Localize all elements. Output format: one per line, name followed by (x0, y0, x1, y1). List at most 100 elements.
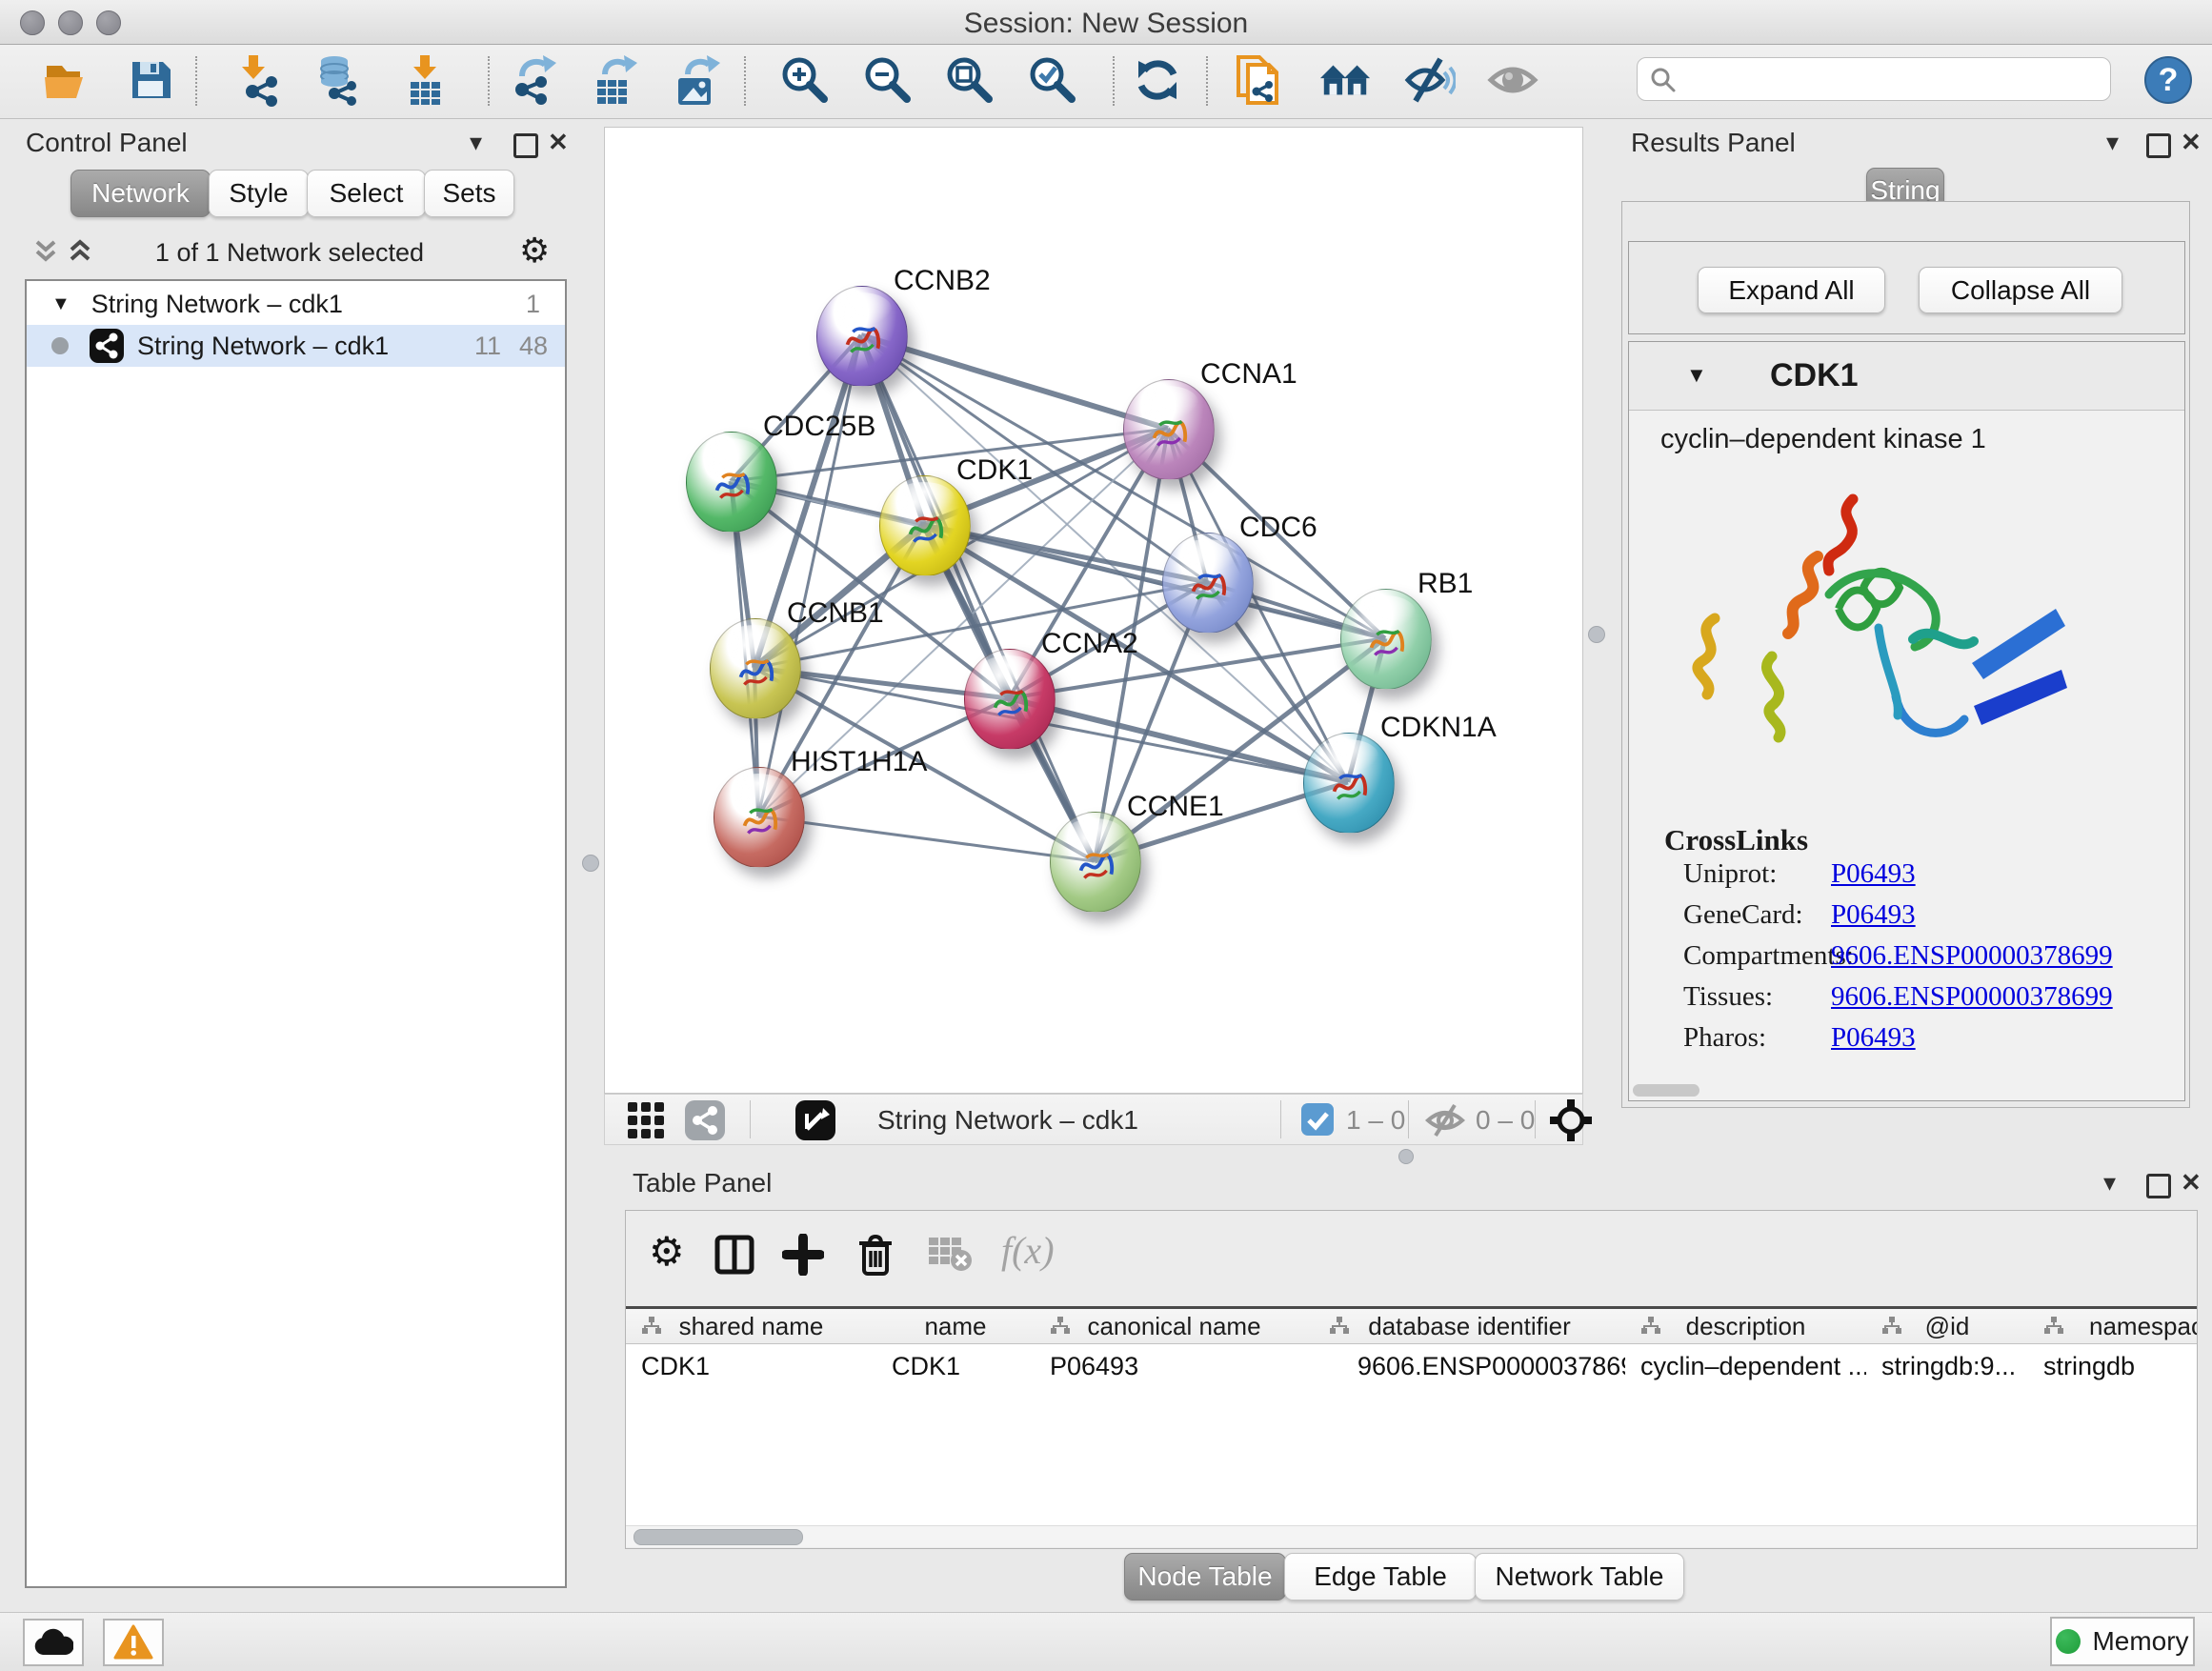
crosslink-link[interactable]: P06493 (1831, 858, 1916, 890)
network-collection-row[interactable]: ▼ String Network – cdk1 1 (27, 283, 565, 325)
right-splitter-handle[interactable] (1588, 626, 1605, 643)
column-header-databaseidentifier[interactable]: database identifier (1314, 1309, 1626, 1344)
import-network-database-icon[interactable] (312, 53, 365, 107)
node-label-cdkn1a: CDKN1A (1380, 712, 1497, 744)
tab-style[interactable]: Style (209, 170, 309, 217)
network-view-share-icon[interactable] (685, 1100, 725, 1140)
network-node-cdk1[interactable] (879, 475, 971, 576)
section-expanded-icon[interactable]: ▼ (1686, 363, 1707, 388)
column-header-id[interactable]: @id (1866, 1309, 2029, 1344)
tab-sets[interactable]: Sets (424, 170, 514, 217)
zoom-out-icon[interactable] (861, 53, 915, 107)
memory-button[interactable]: Memory (2050, 1617, 2195, 1666)
refresh-icon[interactable] (1131, 53, 1184, 107)
zoom-selected-icon[interactable] (1026, 53, 1079, 107)
column-header-sharedname[interactable]: shared name (626, 1309, 877, 1344)
close-panel-icon[interactable]: ✕ (548, 128, 569, 157)
bottom-splitter-handle[interactable] (1398, 1149, 1414, 1164)
network-options-gear-icon[interactable]: ⚙ (519, 231, 550, 271)
collapse-panel-icon[interactable]: ▾ (2103, 1168, 2116, 1198)
section-header[interactable]: ▼ CDK1 (1629, 342, 2184, 411)
import-network-file-icon[interactable] (231, 53, 285, 107)
tab-select[interactable]: Select (307, 170, 426, 217)
network-row-selected[interactable]: String Network – cdk1 11 48 (27, 325, 565, 367)
save-session-icon[interactable] (124, 53, 177, 107)
export-network-icon[interactable] (507, 53, 560, 107)
export-image-icon[interactable] (671, 53, 724, 107)
column-header-canonicalname[interactable]: canonical name (1035, 1309, 1315, 1344)
network-node-hist1h1a[interactable] (714, 767, 805, 868)
string-home-icon[interactable] (1318, 53, 1372, 107)
crosslink-link[interactable]: P06493 (1831, 1022, 1916, 1054)
results-scrollbar-thumb[interactable] (1633, 1084, 1699, 1097)
network-node-rb1[interactable] (1340, 589, 1432, 690)
network-node-ccnb2[interactable] (816, 286, 908, 387)
collapse-panel-icon[interactable]: ▾ (470, 128, 482, 157)
network-view[interactable]: CCNB2 CCNA1 CDC25B CDK1 CDC6 RB1 CCNB1 C… (604, 127, 1583, 1094)
column-header-description[interactable]: description (1625, 1309, 1867, 1344)
crosshair-icon[interactable] (1550, 1099, 1592, 1141)
hidden-eye-icon[interactable] (1424, 1102, 1466, 1138)
show-eye-icon[interactable] (1486, 53, 1539, 107)
network-selection-status: 1 of 1 Network selected (14, 238, 565, 268)
tab-network-table[interactable]: Network Table (1475, 1553, 1684, 1601)
import-table-file-icon[interactable] (399, 53, 452, 107)
toolbar-separator (1535, 1100, 1536, 1138)
column-header-name[interactable]: name (876, 1309, 1036, 1344)
help-icon[interactable]: ? (2142, 53, 2195, 107)
network-node-cdkn1a[interactable] (1303, 733, 1395, 834)
delete-table-icon[interactable] (929, 1238, 973, 1274)
crosslink-link[interactable]: 9606.ENSP00000378699 (1831, 981, 2113, 1013)
table-content-box: ⚙ f(x) shared namenamecanonical namedata… (625, 1210, 2198, 1549)
expand-all-button[interactable]: Expand All (1698, 267, 1885, 313)
table-hscrollbar-thumb[interactable] (633, 1529, 803, 1545)
status-bar: Memory (0, 1612, 2212, 1671)
network-node-ccne1[interactable] (1050, 812, 1141, 913)
string-document-icon[interactable] (1233, 53, 1286, 107)
selected-checkbox-icon[interactable] (1301, 1103, 1334, 1136)
delete-column-trash-icon[interactable] (855, 1232, 896, 1276)
add-column-icon[interactable] (782, 1234, 824, 1276)
table-hscrollbar[interactable] (626, 1525, 2198, 1547)
table-columns-icon[interactable] (714, 1234, 755, 1276)
export-table-icon[interactable] (588, 53, 641, 107)
network-node-cdc25b[interactable] (686, 432, 777, 533)
node-label-ccna2: CCNA2 (1041, 628, 1138, 660)
grid-view-icon[interactable] (626, 1100, 666, 1140)
network-node-ccna1[interactable] (1123, 379, 1215, 480)
search-input[interactable] (1685, 62, 2099, 96)
node-gloss (1317, 739, 1378, 772)
close-panel-icon[interactable]: ✕ (2181, 128, 2202, 157)
column-header-namespace[interactable]: namespace (2028, 1309, 2198, 1344)
collapse-panel-icon[interactable]: ▾ (2106, 128, 2119, 157)
float-panel-icon[interactable] (2146, 133, 2171, 158)
hide-glass-icon[interactable] (1402, 53, 1456, 107)
table-gear-icon[interactable]: ⚙ (649, 1228, 685, 1275)
close-panel-icon[interactable]: ✕ (2181, 1168, 2202, 1198)
float-panel-icon[interactable] (2146, 1174, 2171, 1198)
tab-node-table[interactable]: Node Table (1124, 1553, 1286, 1601)
collapse-all-button[interactable]: Collapse All (1919, 267, 2122, 313)
function-builder-icon: f(x) (1001, 1228, 1055, 1273)
open-session-icon[interactable] (40, 53, 93, 107)
float-panel-icon[interactable] (513, 133, 538, 158)
shared-column-icon (1640, 1317, 1661, 1336)
table-cell: CDK1 (876, 1347, 1035, 1385)
crosslink-link[interactable]: P06493 (1831, 899, 1916, 931)
table-cell: CDK1 (626, 1347, 876, 1385)
network-node-ccnb1[interactable] (710, 618, 801, 719)
crosslink-link[interactable]: 9606.ENSP00000378699 (1831, 940, 2113, 972)
tree-expanded-icon[interactable]: ▼ (51, 293, 70, 315)
search-field[interactable] (1637, 57, 2111, 101)
zoom-fit-icon[interactable] (943, 53, 996, 107)
network-node-ccna2[interactable] (964, 649, 1056, 750)
network-node-cdc6[interactable] (1162, 533, 1254, 634)
zoom-in-icon[interactable] (778, 53, 832, 107)
detach-view-icon[interactable] (795, 1100, 835, 1140)
left-splitter-handle[interactable] (582, 855, 599, 872)
tab-edge-table[interactable]: Edge Table (1284, 1553, 1477, 1601)
cloud-status-button[interactable] (23, 1619, 84, 1666)
node-gloss (1064, 818, 1125, 851)
tab-network[interactable]: Network (70, 170, 211, 217)
warnings-button[interactable] (103, 1619, 164, 1666)
